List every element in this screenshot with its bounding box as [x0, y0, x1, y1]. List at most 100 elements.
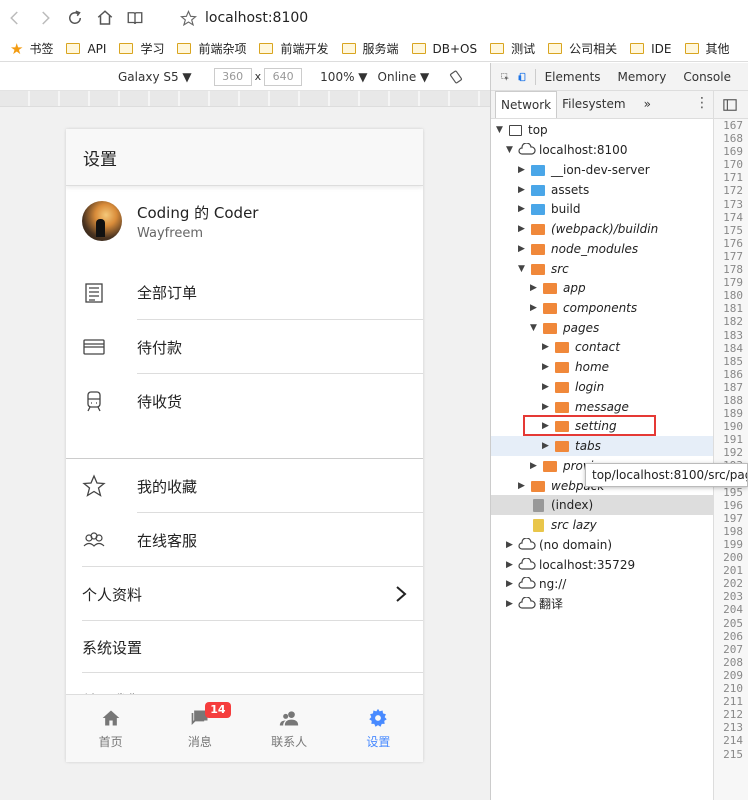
line-number: 170: [723, 158, 743, 172]
tree-item-pages[interactable]: ▼ pages: [491, 318, 713, 338]
bookmark-server[interactable]: 服务端: [341, 40, 399, 57]
list-item-favorites[interactable]: 我的收藏: [66, 459, 423, 513]
bookmark-star-icon[interactable]: [180, 9, 197, 27]
tree-item-assets[interactable]: ▶ assets: [491, 180, 713, 200]
tree-item-ion-dev-server[interactable]: ▶ __ion-dev-server: [491, 160, 713, 180]
bookmark-other[interactable]: 其他: [684, 40, 730, 57]
line-number: 175: [723, 223, 743, 237]
height-input[interactable]: 640: [264, 67, 303, 86]
address-bar[interactable]: localhost:8100: [205, 10, 308, 26]
tab-home[interactable]: 首页: [66, 695, 155, 762]
tree-item-build[interactable]: ▶ build: [491, 199, 713, 219]
tree-item-webpack-buildin[interactable]: ▶ (webpack)/buildin: [491, 219, 713, 239]
list-item-support[interactable]: 在线客服: [66, 513, 423, 567]
list-item-orders[interactable]: 全部订单: [66, 265, 423, 320]
tree-item-tabs[interactable]: ▶ tabs: [491, 436, 713, 456]
line-number: 211: [723, 695, 743, 709]
toggle-sidebar-icon[interactable]: [723, 98, 737, 112]
reload-button[interactable]: [60, 3, 90, 33]
folder-icon: [531, 165, 545, 176]
bookmark-study[interactable]: 学习: [119, 40, 164, 57]
tree-item-localhost-35729[interactable]: ▶ localhost:35729: [491, 555, 713, 575]
back-button[interactable]: [0, 3, 30, 33]
bookmark-api[interactable]: API: [66, 42, 106, 56]
bookmark-frontend-dev[interactable]: 前端开发: [259, 40, 329, 57]
list-item-system-settings[interactable]: 系统设置: [66, 621, 423, 673]
line-number: 205: [723, 616, 743, 630]
tab-messages[interactable]: 消息 14: [155, 695, 244, 762]
list-item-label: 全部订单: [137, 284, 198, 302]
profile-name: Coding 的 Coder: [137, 203, 259, 222]
book-icon: [127, 12, 143, 25]
line-number: 210: [723, 682, 743, 696]
file-tree: ▼ top ▼ localhost:8100 ▶ __ion-dev-server ▶…: [491, 119, 713, 800]
list-item-pending-payment[interactable]: 待付款: [66, 320, 423, 374]
reader-button[interactable]: [120, 3, 150, 33]
tree-item-translate[interactable]: ▶ 翻译: [491, 594, 713, 614]
list-item-personal-info[interactable]: 个人资料: [66, 567, 423, 621]
tab-console[interactable]: Console: [683, 70, 731, 84]
list-item-label: 待付款: [137, 338, 183, 357]
line-number: 199: [723, 538, 743, 551]
folder-icon: [555, 441, 569, 452]
line-number: 179: [723, 276, 743, 290]
bookmark-shujian[interactable]: ★ 书签: [10, 40, 53, 58]
forward-button[interactable]: [30, 3, 60, 33]
tree-item-localhost[interactable]: ▼ localhost:8100: [491, 140, 713, 160]
tree-item-components[interactable]: ▶ components: [491, 298, 713, 318]
bookmark-test[interactable]: 测试: [490, 40, 535, 57]
tree-item-src[interactable]: ▼ src: [491, 259, 713, 279]
tab-elements[interactable]: Elements: [545, 70, 601, 84]
file-icon: [533, 499, 544, 512]
tree-item-message[interactable]: ▶ message: [491, 397, 713, 417]
tree-item-no-domain[interactable]: ▶ (no domain): [491, 535, 713, 555]
back-arrow-icon: [10, 11, 18, 25]
line-number: 180: [723, 289, 743, 303]
tab-memory[interactable]: Memory: [618, 70, 667, 84]
profile-card[interactable]: Coding 的 Coder Wayfreem: [66, 186, 423, 256]
bookmark-frontend-misc[interactable]: 前端杂项: [177, 40, 246, 57]
tree-item-home[interactable]: ▶ home: [491, 357, 713, 377]
tab-label: 联系人: [271, 734, 308, 749]
cloud-icon: [518, 577, 536, 589]
bookmark-company[interactable]: 公司相关: [548, 40, 617, 57]
more-tabs-button[interactable]: »: [639, 91, 656, 118]
width-input[interactable]: 360: [213, 67, 252, 86]
tab-settings[interactable]: 设置: [334, 695, 423, 762]
line-number: 176: [723, 236, 743, 250]
tab-contacts[interactable]: 联系人: [245, 695, 334, 762]
subtab-network[interactable]: Network: [495, 91, 558, 118]
devtools-tabbar: Elements Memory Console: [491, 63, 748, 91]
tree-item-contact[interactable]: ▶ contact: [491, 337, 713, 357]
tree-item-src-lazy[interactable]: src lazy: [491, 515, 713, 535]
line-number: 207: [723, 642, 743, 656]
line-number: 189: [723, 407, 743, 421]
tree-item-login[interactable]: ▶ login: [491, 377, 713, 397]
zoom-select[interactable]: 100% ▼: [320, 70, 367, 84]
bookmark-ide[interactable]: IDE: [630, 42, 672, 56]
menu-kebab-icon[interactable]: ⋮: [695, 96, 709, 110]
tree-item-top[interactable]: ▼ top: [491, 120, 713, 140]
star-outline-icon: [82, 474, 106, 498]
home-button[interactable]: [90, 3, 120, 33]
line-number-gutter: 167 168 169 170 171 172 173 174 175 176 177 178 179 1…: [713, 119, 748, 800]
folder-icon: [555, 402, 569, 413]
tree-item-ng[interactable]: ▶ ng://: [491, 574, 713, 594]
rotate-icon[interactable]: [449, 70, 463, 84]
tree-item-node-modules[interactable]: ▶ node_modules: [491, 239, 713, 259]
list-item-label: 系统设置: [82, 638, 143, 657]
line-number: 185: [723, 354, 743, 368]
forward-arrow-icon: [42, 11, 50, 25]
subtab-filesystem[interactable]: Filesystem: [557, 91, 630, 118]
device-mode-icon[interactable]: [518, 69, 527, 85]
editor-toolbar: [713, 91, 748, 119]
tree-item-index[interactable]: (index): [491, 495, 713, 515]
list-item-pending-receipt[interactable]: 待收货: [66, 374, 423, 428]
device-select[interactable]: Galaxy S5 ▼: [118, 70, 192, 84]
bookmark-db-os[interactable]: DB+OS: [411, 42, 477, 56]
browser-toolbar: localhost:8100: [0, 0, 748, 36]
inspect-icon[interactable]: [501, 69, 510, 85]
line-number: 198: [723, 524, 743, 538]
tree-item-app[interactable]: ▶ app: [491, 278, 713, 298]
network-select[interactable]: Online ▼: [378, 70, 430, 84]
